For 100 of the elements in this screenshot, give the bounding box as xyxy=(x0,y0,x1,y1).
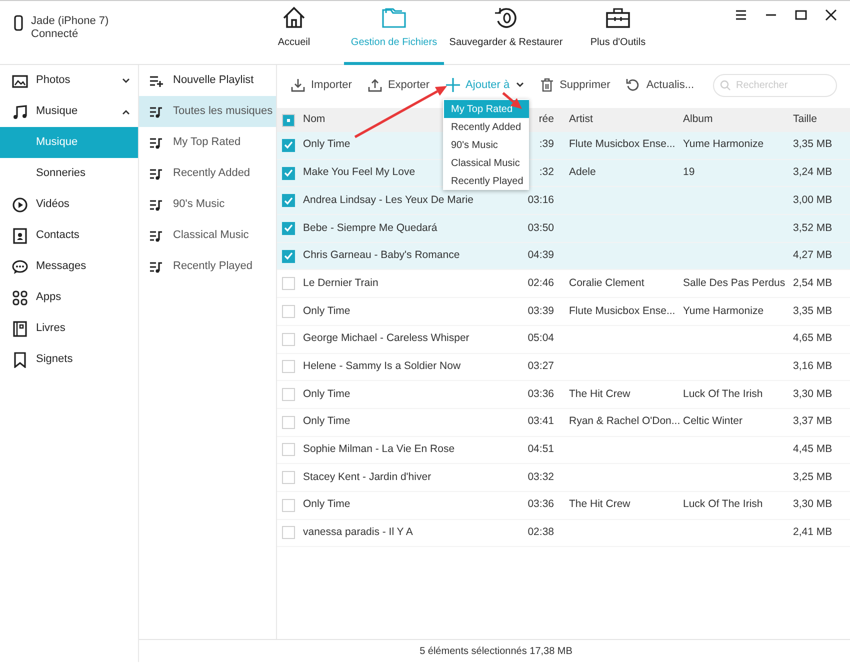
playlist-item[interactable]: Recently Added xyxy=(139,158,276,189)
maximize-icon[interactable] xyxy=(794,8,808,22)
row-checkbox[interactable] xyxy=(282,471,295,484)
playlist-item[interactable]: Nouvelle Playlist xyxy=(139,65,276,96)
trash-icon xyxy=(540,78,554,92)
status-text: 5 éléments sélectionnés 17,38 MB xyxy=(420,644,572,658)
home-icon xyxy=(281,5,307,29)
table-cell: Coralie Clement xyxy=(569,276,644,289)
table-cell: George Michael - Careless Whisper xyxy=(303,332,470,344)
playlist-item[interactable]: 90's Music xyxy=(139,189,276,220)
device-status: Connecté xyxy=(31,28,80,41)
table-cell: Only Time xyxy=(303,138,350,150)
music-note-icon xyxy=(12,104,28,120)
table-cell: Flute Musicbox Ense... xyxy=(569,138,676,150)
restore-icon xyxy=(493,5,519,29)
nav-tab[interactable]: Sauvegarder & Restaurer xyxy=(444,1,568,65)
playlist-item[interactable]: Recently Played xyxy=(139,251,276,282)
import-icon xyxy=(291,78,305,92)
sidebar-item[interactable]: Vidéos xyxy=(0,189,138,220)
table-cell: 03:27 xyxy=(528,360,554,372)
menu-item[interactable]: 90's Music xyxy=(444,136,529,154)
row-checkbox[interactable] xyxy=(282,194,295,208)
menu-item[interactable]: Recently Added xyxy=(444,118,529,136)
table-cell: 3,24 MB xyxy=(793,166,832,178)
table-cell: Make You Feel My Love xyxy=(303,166,416,178)
sidebar-item[interactable]: Signets xyxy=(0,344,138,375)
close-icon[interactable] xyxy=(824,8,838,22)
menu-item[interactable]: Recently Played xyxy=(444,172,529,190)
menu-item[interactable]: Classical Music xyxy=(444,154,529,172)
table-cell: 03:16 xyxy=(528,194,554,206)
toolbar-button[interactable]: Supprimer xyxy=(540,76,610,94)
column-header[interactable]: Album xyxy=(683,112,793,128)
table-cell: Ryan & Rachel O'Don... xyxy=(569,415,680,428)
sidebar-item[interactable]: Musique xyxy=(0,96,138,127)
playlist-item[interactable]: Classical Music xyxy=(139,220,276,251)
playlist-label: Nouvelle Playlist xyxy=(173,73,254,88)
column-header[interactable]: Taille xyxy=(793,112,850,128)
table-cell: 2,54 MB xyxy=(793,276,832,289)
playlist-item[interactable]: My Top Rated xyxy=(139,127,276,158)
sidebar-label: Contacts xyxy=(36,228,80,244)
row-checkbox[interactable] xyxy=(282,222,295,235)
menu-icon[interactable] xyxy=(734,8,748,22)
row-checkbox[interactable] xyxy=(282,388,295,402)
row-checkbox[interactable] xyxy=(282,526,295,540)
table-cell: Le Dernier Train xyxy=(303,276,378,289)
sidebar-item[interactable]: Photos xyxy=(0,65,138,96)
caret-down-icon xyxy=(516,82,524,88)
table-cell: :32 xyxy=(539,166,554,178)
table-cell: 3,35 MB xyxy=(793,138,832,150)
table-cell: :39 xyxy=(539,138,554,150)
playlist-icon xyxy=(149,168,163,180)
contact-icon xyxy=(12,228,28,244)
column-header[interactable]: Artist xyxy=(569,112,683,128)
table-cell: 4,45 MB xyxy=(793,443,832,456)
playlist-label: Toutes les musiques xyxy=(173,104,273,120)
playlist-icon xyxy=(149,106,163,118)
table-cell: Yume Harmonize xyxy=(683,304,764,317)
row-checkbox[interactable] xyxy=(282,250,295,263)
chevron-down-icon[interactable] xyxy=(122,78,130,84)
table-cell: 03:32 xyxy=(528,470,554,483)
sidebar-item[interactable]: Messages xyxy=(0,251,138,282)
table-cell: Only Time xyxy=(303,415,350,428)
folder-icon xyxy=(381,5,407,29)
table-cell: vanessa paradis - Il Y A xyxy=(303,526,413,538)
playlist-icon xyxy=(149,136,163,148)
row-checkbox[interactable] xyxy=(282,166,295,180)
row-checkbox[interactable] xyxy=(282,498,295,512)
sidebar-subitem[interactable]: Sonneries xyxy=(0,158,138,189)
table-cell: 04:39 xyxy=(528,249,554,262)
sidebar-item[interactable]: Contacts xyxy=(0,220,138,251)
row-checkbox[interactable] xyxy=(282,360,295,374)
chevron-up-icon[interactable] xyxy=(122,108,130,114)
table-cell: Bebe - Siempre Me Quedará xyxy=(303,222,438,234)
sidebar-item[interactable]: Apps xyxy=(0,282,138,313)
sidebar-label: Photos xyxy=(36,73,72,88)
apps-icon xyxy=(12,290,28,306)
sidebar-label: Livres xyxy=(36,321,66,336)
sidebar-item[interactable]: Livres xyxy=(0,313,138,344)
nav-tab[interactable]: Accueil xyxy=(244,1,344,65)
row-checkbox[interactable] xyxy=(282,277,295,290)
table-cell: 03:39 xyxy=(528,304,554,317)
table-cell: 4,65 MB xyxy=(793,332,832,344)
select-all-checkbox[interactable] xyxy=(282,114,295,126)
table-cell: The Hit Crew xyxy=(569,498,630,510)
table-cell: Flute Musicbox Ense... xyxy=(569,304,676,317)
row-checkbox[interactable] xyxy=(282,332,295,346)
row-checkbox[interactable] xyxy=(282,416,295,429)
row-checkbox[interactable] xyxy=(282,443,295,456)
toolbar-button[interactable]: Importer xyxy=(291,76,352,94)
table-cell: 03:50 xyxy=(528,222,554,234)
toolbar-button[interactable]: Exporter xyxy=(368,76,430,94)
table-cell: Yume Harmonize xyxy=(683,138,764,150)
export-icon xyxy=(368,78,382,92)
playlist-item[interactable]: Toutes les musiques xyxy=(139,96,276,127)
nav-tab[interactable]: Plus d'Outils xyxy=(568,1,668,65)
row-checkbox[interactable] xyxy=(282,304,295,318)
table-cell: Only Time xyxy=(303,304,350,317)
toolbar-button[interactable]: Actualis... xyxy=(626,76,694,94)
sidebar-label: Apps xyxy=(36,290,62,306)
row-checkbox[interactable] xyxy=(282,138,295,152)
